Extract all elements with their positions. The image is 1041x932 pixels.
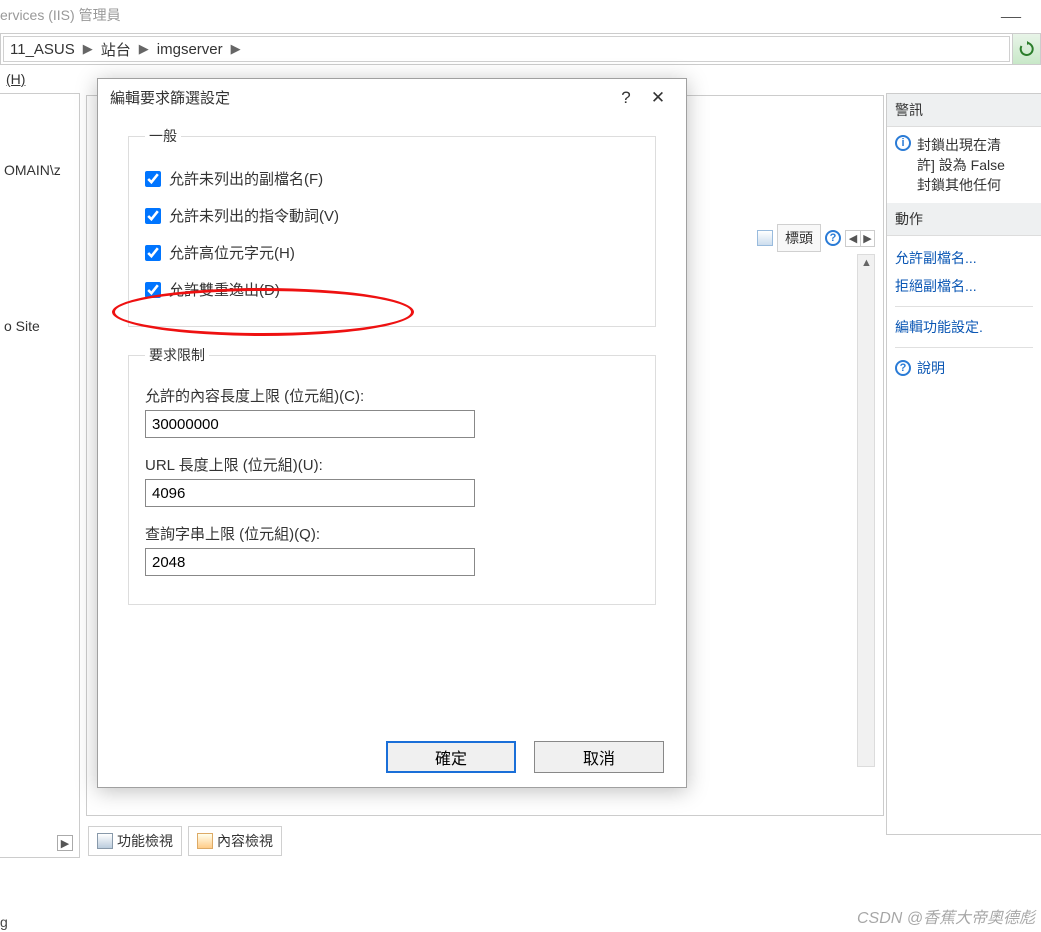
checkbox-allow-unlisted-verbs[interactable]: 允許未列出的指令動詞(V) xyxy=(145,197,639,234)
alert-text: 封鎖出現在清 許] 設為 False 封鎖其他任何 xyxy=(917,135,1005,195)
dialog-close-button[interactable]: ✕ xyxy=(642,88,674,108)
chevron-right-icon: ▶ xyxy=(83,41,93,57)
info-icon: i xyxy=(895,135,911,151)
breadcrumb-item[interactable]: 站台 xyxy=(101,39,131,60)
edit-request-filtering-dialog: 編輯要求篩選設定 ? ✕ 一般 允許未列出的副檔名(F) 允許未列出的指令動詞(… xyxy=(97,78,687,788)
actions-pane: 警訊 i 封鎖出現在清 許] 設為 False 封鎖其他任何 動作 允許副檔名.… xyxy=(886,93,1041,835)
address-bar: 11_ASUS ▶ 站台 ▶ imgserver ▶ xyxy=(0,33,1041,65)
title-text: ervices (IIS) 管理員 xyxy=(0,7,121,23)
dialog-help-button[interactable]: ? xyxy=(610,88,642,108)
tab-strip: 標頭 ? ◀▶ xyxy=(757,224,875,252)
group-general: 一般 允許未列出的副檔名(F) 允許未列出的指令動詞(V) 允許高位元字元(H)… xyxy=(128,126,656,327)
tab-content-view[interactable]: 內容檢視 xyxy=(188,826,282,856)
breadcrumb[interactable]: 11_ASUS ▶ 站台 ▶ imgserver ▶ xyxy=(3,36,1010,62)
help-icon[interactable]: ? xyxy=(825,230,841,246)
cancel-button[interactable]: 取消 xyxy=(534,741,664,773)
content-view-icon xyxy=(197,833,213,849)
watermark: CSDN @香蕉大帝奧德彪 xyxy=(857,904,1035,928)
label-max-content-length: 允許的內容長度上限 (位元組)(C): xyxy=(145,379,639,406)
expand-tree-button[interactable]: ▶ xyxy=(57,835,73,851)
separator xyxy=(895,347,1033,348)
input-max-content-length[interactable] xyxy=(145,410,475,438)
menu-help[interactable]: (H) xyxy=(0,67,31,91)
help-icon: ? xyxy=(895,360,911,376)
checkbox-allow-double-escaping[interactable]: 允許雙重逸出(D) xyxy=(145,271,639,308)
connections-tree[interactable]: OMAIN\z o Site ▶ xyxy=(0,93,80,858)
checkbox-input[interactable] xyxy=(145,208,161,224)
action-allow-extension[interactable]: 允許副檔名... xyxy=(895,244,1033,272)
action-help[interactable]: ? 說明 xyxy=(895,354,1033,382)
input-max-query-string[interactable] xyxy=(145,548,475,576)
chevron-right-icon: ▶ xyxy=(231,41,241,57)
dialog-titlebar: 編輯要求篩選設定 ? ✕ xyxy=(98,79,686,116)
refresh-icon xyxy=(1019,41,1035,57)
checkbox-input[interactable] xyxy=(145,282,161,298)
tree-node-domain[interactable]: OMAIN\z xyxy=(4,162,75,178)
status-bar: g xyxy=(0,912,8,932)
window-title: ervices (IIS) 管理員 — xyxy=(0,0,1041,33)
group-limits-legend: 要求限制 xyxy=(145,345,209,365)
action-edit-feature-settings[interactable]: 編輯功能設定. xyxy=(895,313,1033,341)
action-deny-extension[interactable]: 拒絕副檔名... xyxy=(895,272,1033,300)
group-request-limits: 要求限制 允許的內容長度上限 (位元組)(C): URL 長度上限 (位元組)(… xyxy=(128,345,656,605)
tab-features-view[interactable]: 功能檢視 xyxy=(88,826,182,856)
refresh-button[interactable] xyxy=(1012,34,1040,64)
dialog-body: 一般 允許未列出的副檔名(F) 允許未列出的指令動詞(V) 允許高位元字元(H)… xyxy=(98,116,686,727)
tree-node-site[interactable]: o Site xyxy=(4,318,75,334)
view-switcher: 功能檢視 內容檢視 xyxy=(88,826,282,856)
checkbox-allow-unlisted-ext[interactable]: 允許未列出的副檔名(F) xyxy=(145,160,639,197)
tab-scroll[interactable]: ◀▶ xyxy=(845,230,875,247)
label-max-query-string: 查詢字串上限 (位元組)(Q): xyxy=(145,517,639,544)
group-general-legend: 一般 xyxy=(145,126,181,146)
scroll-up-icon[interactable]: ▲ xyxy=(861,257,872,269)
input-max-url-length[interactable] xyxy=(145,479,475,507)
tab-headers[interactable]: 標頭 xyxy=(777,224,821,252)
actions-header: 動作 xyxy=(887,203,1041,236)
header-tab-icon xyxy=(757,230,773,246)
chevron-right-icon: ▶ xyxy=(139,41,149,57)
checkbox-allow-high-bit[interactable]: 允許高位元字元(H) xyxy=(145,234,639,271)
breadcrumb-item[interactable]: 11_ASUS xyxy=(10,41,75,58)
alerts-header: 警訊 xyxy=(887,94,1041,127)
alert-item: i 封鎖出現在清 許] 設為 False 封鎖其他任何 xyxy=(895,135,1033,195)
dialog-title: 編輯要求篩選設定 xyxy=(110,87,230,108)
vertical-scrollbar[interactable]: ▲ xyxy=(857,254,875,767)
dialog-buttons: 確定 取消 xyxy=(98,727,686,787)
checkbox-input[interactable] xyxy=(145,171,161,187)
ok-button[interactable]: 確定 xyxy=(386,741,516,773)
breadcrumb-item[interactable]: imgserver xyxy=(157,41,223,58)
checkbox-input[interactable] xyxy=(145,245,161,261)
minimize-icon[interactable]: — xyxy=(1001,5,1041,28)
label-max-url-length: URL 長度上限 (位元組)(U): xyxy=(145,448,639,475)
separator xyxy=(895,306,1033,307)
features-view-icon xyxy=(97,833,113,849)
